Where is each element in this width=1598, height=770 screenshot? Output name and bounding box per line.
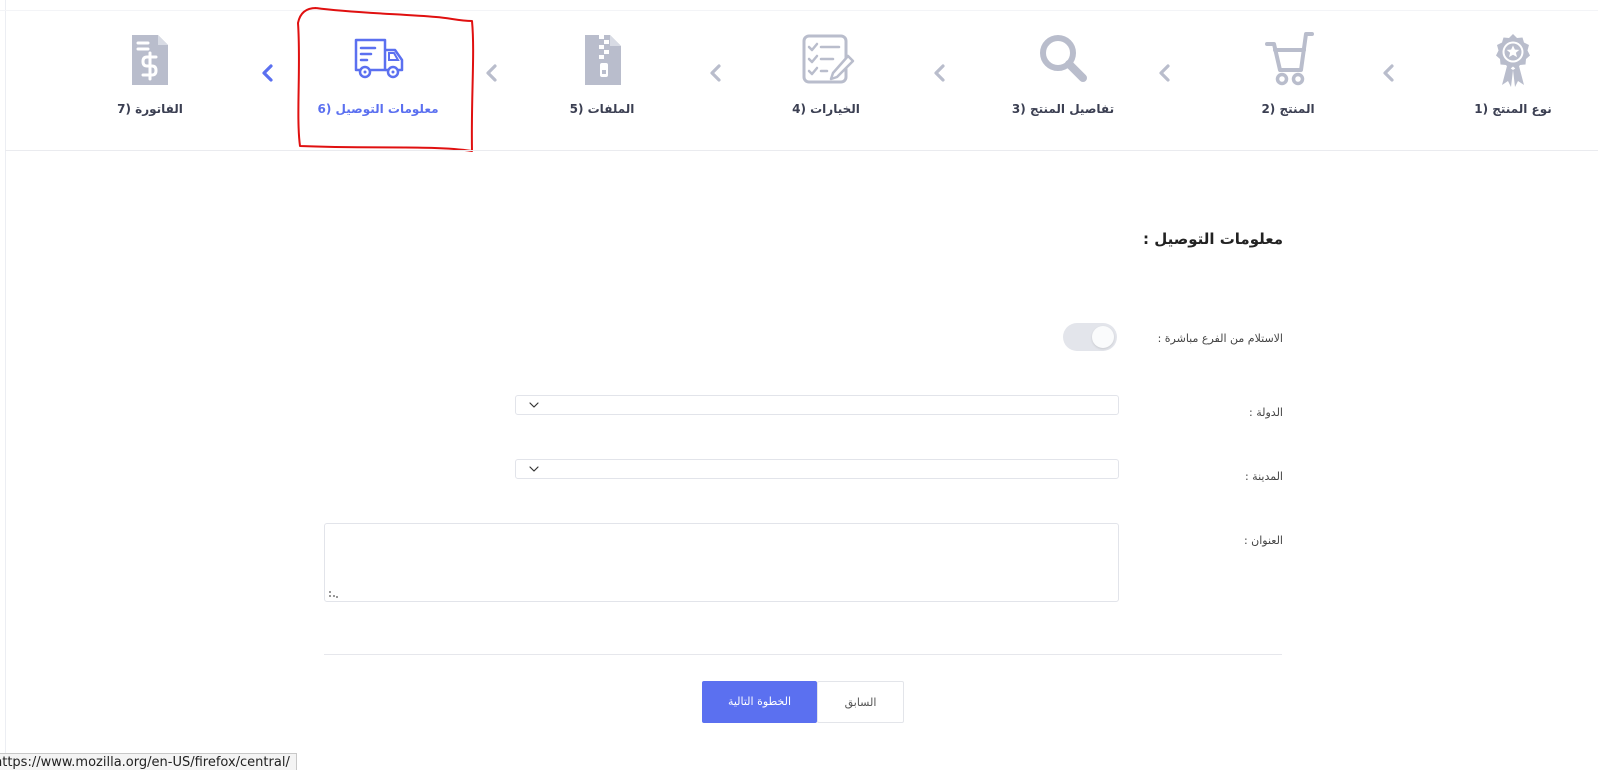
step-label: 6) معلومات التوصيل [317, 102, 439, 116]
chevron-left-icon [260, 62, 274, 84]
step-4-options[interactable]: 4) الخيارات [726, 30, 926, 116]
shopping-cart-icon [1258, 30, 1318, 90]
country-label: الدولة : [1249, 406, 1283, 419]
city-label: المدينة : [1244, 470, 1283, 483]
step-5-files[interactable]: 5) الملفات [502, 30, 702, 116]
stepper-top-border [0, 10, 1598, 11]
page-left-border [5, 0, 6, 770]
address-textarea[interactable] [324, 523, 1119, 602]
chevron-down-icon [528, 464, 540, 474]
pickup-toggle[interactable] [1063, 323, 1117, 351]
step-7-invoice[interactable]: 7) الفاتورة [50, 30, 250, 116]
pickup-label: الاستلام من الفرع مباشرة : [1157, 332, 1283, 345]
browser-status-url: https://www.mozilla.org/en-US/firefox/ce… [0, 753, 297, 770]
step-label: 1) نوع المنتج [1474, 102, 1552, 116]
award-badge-icon [1483, 30, 1543, 90]
next-step-button[interactable]: الخطوة التالية [702, 681, 817, 723]
status-url-text: https://www.mozilla.org/en-US/firefox/ce… [0, 755, 290, 770]
checklist-icon [796, 30, 856, 90]
zip-file-icon [572, 30, 632, 90]
delivery-truck-icon [348, 30, 408, 90]
form-title: معلومات التوصيل : [1142, 230, 1283, 248]
step-1-product-type[interactable]: 1) نوع المنتج [1413, 30, 1598, 116]
step-label: 2) المنتج [1261, 102, 1315, 116]
chevron-down-icon [528, 400, 540, 410]
address-label: العنوان : [1243, 534, 1283, 547]
stepper-bottom-border [5, 150, 1598, 151]
step-label: 3) تفاصيل المنتج [1011, 102, 1115, 116]
step-label: 4) الخيارات [792, 102, 860, 116]
previous-button[interactable]: السابق [817, 681, 904, 723]
city-select[interactable] [515, 459, 1119, 479]
magnifier-icon [1033, 30, 1093, 90]
invoice-dollar-icon [120, 30, 180, 90]
step-3-product-details[interactable]: 3) تفاصيل المنتج [963, 30, 1163, 116]
step-label: 5) الملفات [569, 102, 635, 116]
step-label: 7) الفاتورة [117, 102, 183, 116]
country-select[interactable] [515, 395, 1119, 415]
chevron-left-icon [932, 62, 946, 84]
resize-grip-icon[interactable] [328, 590, 338, 598]
chevron-left-icon [708, 62, 722, 84]
form-divider [324, 654, 1282, 655]
toggle-knob [1092, 326, 1114, 348]
chevron-left-icon [484, 62, 498, 84]
step-2-product[interactable]: 2) المنتج [1188, 30, 1388, 116]
step-6-delivery-info[interactable]: 6) معلومات التوصيل [278, 30, 478, 116]
